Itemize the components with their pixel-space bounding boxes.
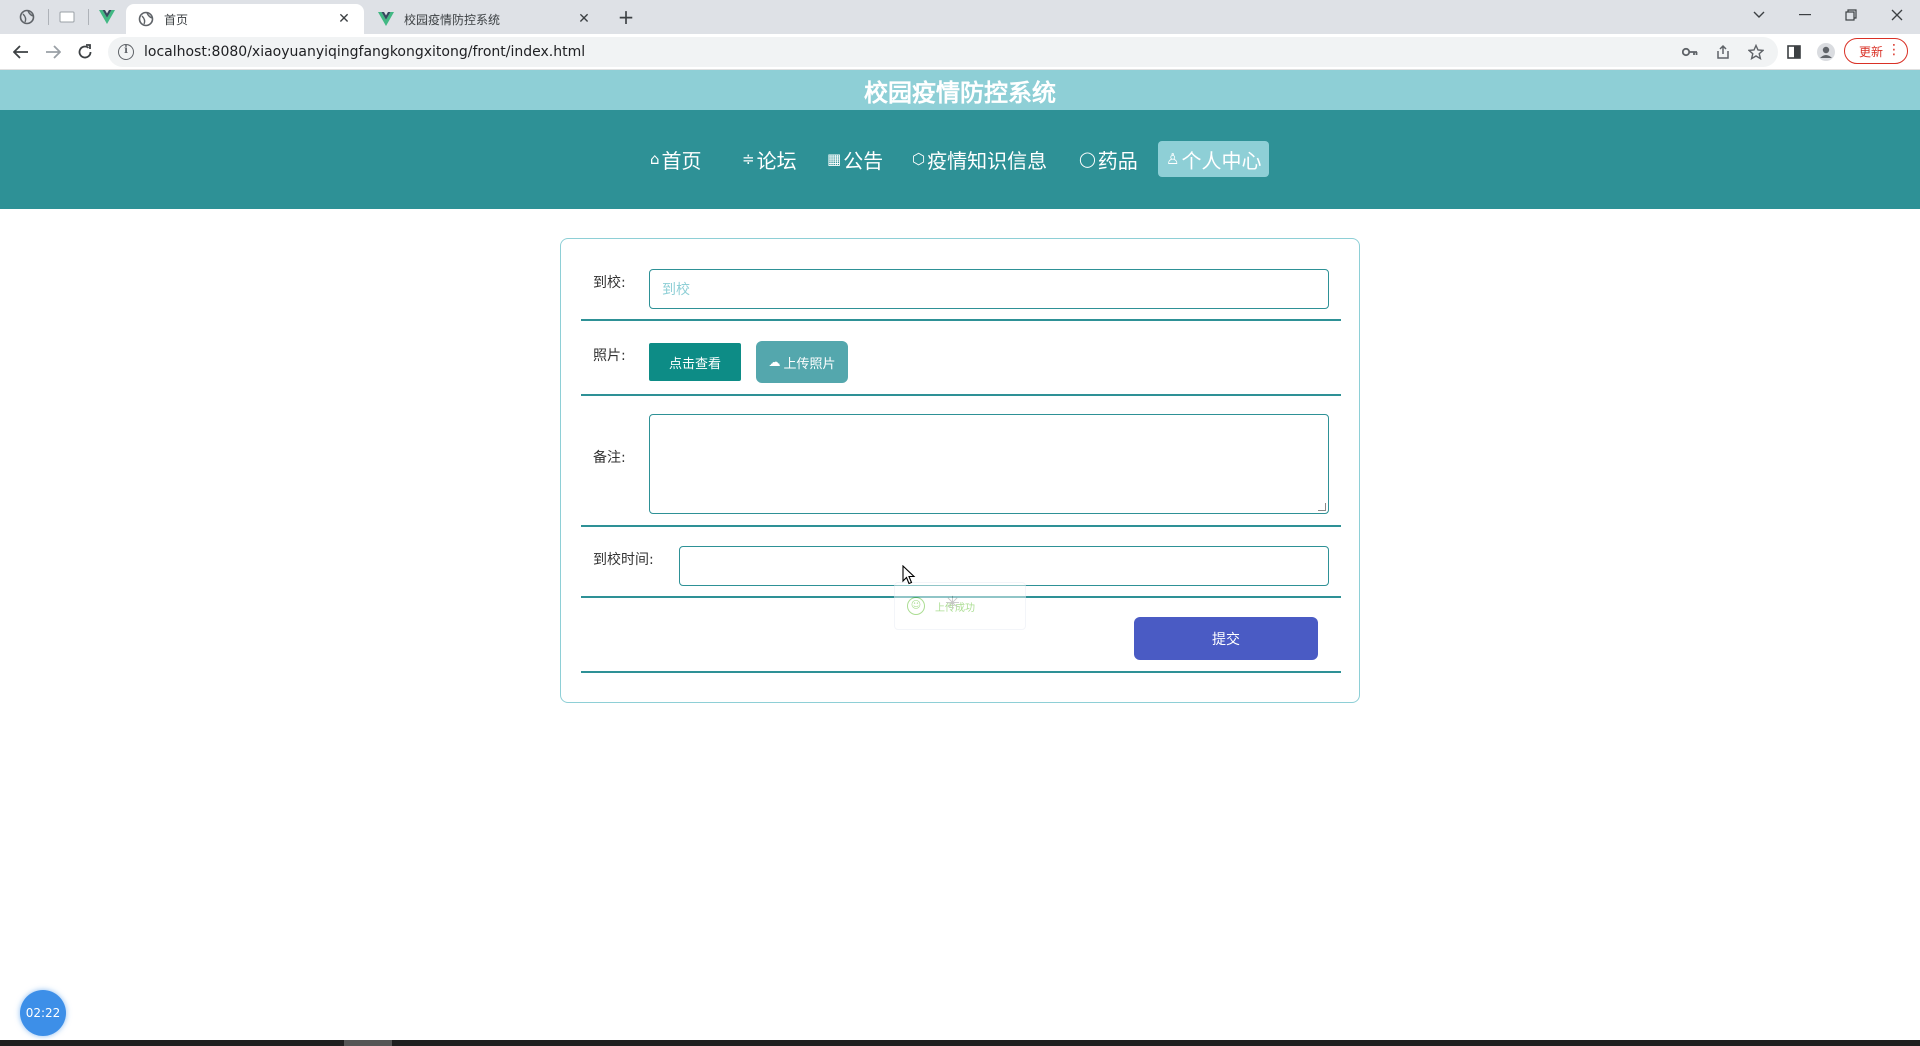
bookmark-star-icon[interactable] bbox=[1746, 42, 1766, 62]
upload-success-toast: ☺ 上传成功 ✳ bbox=[894, 582, 1026, 630]
home-icon: ⌂ bbox=[650, 150, 660, 168]
photo-label: 照片: bbox=[593, 348, 626, 364]
school-label: 到校: bbox=[593, 275, 626, 291]
view-photo-button[interactable]: 点击查看 bbox=[649, 343, 741, 381]
close-icon[interactable]: ✕ bbox=[336, 11, 352, 27]
cloud-upload-icon: ☁ bbox=[768, 355, 781, 369]
nav-item-forum[interactable]: ≑ 论坛 bbox=[734, 141, 805, 177]
address-bar[interactable]: i localhost:8080/xiaoyuanyiqingfangkongx… bbox=[108, 37, 1778, 67]
close-icon[interactable]: ✕ bbox=[576, 11, 592, 27]
restore-icon[interactable] bbox=[1828, 0, 1874, 30]
window-close-icon[interactable] bbox=[1874, 0, 1920, 30]
globe-icon bbox=[138, 11, 154, 27]
tab-title: 校园疫情防控系统 bbox=[404, 12, 501, 27]
user-icon: ♙ bbox=[1166, 150, 1180, 168]
arrival-time-input[interactable] bbox=[679, 546, 1329, 586]
taskbar bbox=[0, 1040, 1920, 1046]
nav-item-notice[interactable]: ▦ 公告 bbox=[819, 141, 891, 177]
pinned-tab-globe[interactable] bbox=[10, 4, 44, 30]
cube-icon: ⬡ bbox=[912, 150, 926, 168]
tab-title: 首页 bbox=[164, 12, 189, 27]
vue-icon bbox=[378, 11, 394, 27]
update-label: 更新 bbox=[1859, 44, 1884, 59]
forward-arrow-icon[interactable] bbox=[40, 39, 66, 65]
profile-avatar-icon[interactable] bbox=[1816, 42, 1836, 62]
site-header: 校园疫情防控系统 bbox=[0, 70, 1920, 110]
nav-item-medicine[interactable]: ◯ 药品 bbox=[1071, 141, 1146, 177]
nav-item-label: 首页 bbox=[661, 148, 702, 173]
submit-button[interactable]: 提交 bbox=[1134, 617, 1318, 660]
resize-handle-icon[interactable] bbox=[1318, 503, 1326, 511]
upload-photo-button[interactable]: ☁ 上传照片 bbox=[756, 341, 848, 383]
nav-item-home[interactable]: ⌂ 首页 bbox=[642, 141, 710, 177]
nav-item-knowledge[interactable]: ⬡ 疫情知识信息 bbox=[904, 141, 1055, 177]
back-arrow-icon[interactable] bbox=[8, 39, 34, 65]
globe-icon bbox=[19, 9, 35, 25]
row-divider bbox=[581, 525, 1341, 527]
tab-separator bbox=[88, 9, 89, 25]
nav-item-profile[interactable]: ♙ 个人中心 bbox=[1158, 141, 1270, 177]
tab-home[interactable]: 首页 ✕ bbox=[126, 4, 364, 34]
nav-item-label: 论坛 bbox=[756, 148, 797, 173]
tab-system[interactable]: 校园疫情防控系统 ✕ bbox=[366, 4, 604, 34]
share-icon[interactable] bbox=[1713, 42, 1733, 62]
success-smile-icon: ☺ bbox=[907, 597, 925, 615]
upload-photo-label: 上传照片 bbox=[783, 356, 836, 372]
info-icon[interactable]: i bbox=[118, 44, 134, 60]
browser-tab-strip: 首页 ✕ 校园疫情防控系统 ✕ + bbox=[0, 0, 1920, 34]
arrival-form: 到校: 到校 照片: 点击查看 ☁ 上传照片 备注: 到校时间: 提交 bbox=[560, 238, 1360, 703]
nav-item-label: 个人中心 bbox=[1181, 148, 1262, 173]
browser-toolbar: i localhost:8080/xiaoyuanyiqingfangkongx… bbox=[0, 34, 1920, 70]
smile-icon: ◯ bbox=[1079, 150, 1096, 168]
key-icon[interactable] bbox=[1680, 42, 1700, 62]
tab-search-icon[interactable] bbox=[1736, 0, 1782, 30]
main-nav: ⌂ 首页 ≑ 论坛 ▦ 公告 ⬡ 疫情知识信息 ◯ 药品 ♙ 个人中心 bbox=[0, 110, 1920, 209]
taskbar-segment bbox=[344, 1040, 392, 1046]
address-url: localhost:8080/xiaoyuanyiqingfangkongxit… bbox=[144, 44, 586, 60]
school-input[interactable]: 到校 bbox=[649, 269, 1329, 309]
pinned-tab-vue[interactable] bbox=[90, 4, 124, 30]
nav-item-label: 药品 bbox=[1097, 148, 1138, 173]
timer-badge[interactable]: 02:22 bbox=[20, 990, 66, 1036]
update-button[interactable]: 更新 ⋮ bbox=[1844, 38, 1908, 64]
minimize-icon[interactable] bbox=[1782, 0, 1828, 30]
row-divider bbox=[581, 671, 1341, 673]
blank-page-icon bbox=[59, 11, 75, 23]
time-label: 到校时间: bbox=[593, 552, 654, 568]
loading-spinner-icon: ✳ bbox=[945, 593, 961, 614]
pinned-tab-blank[interactable] bbox=[50, 4, 84, 30]
tab-separator bbox=[48, 9, 49, 25]
grid-icon: ▦ bbox=[827, 150, 842, 168]
new-tab-button[interactable]: + bbox=[614, 6, 638, 30]
nav-item-label: 疫情知识信息 bbox=[927, 148, 1048, 173]
row-divider bbox=[581, 319, 1341, 321]
side-panel-icon[interactable] bbox=[1784, 42, 1804, 62]
reload-icon[interactable] bbox=[72, 39, 98, 65]
remark-textarea[interactable] bbox=[649, 414, 1329, 514]
nav-item-label: 公告 bbox=[843, 148, 884, 173]
row-divider bbox=[581, 394, 1341, 396]
mouse-cursor-icon bbox=[902, 565, 916, 585]
more-vert-icon: ⋮ bbox=[1887, 42, 1901, 58]
site-title: 校园疫情防控系统 bbox=[864, 78, 1056, 107]
remark-label: 备注: bbox=[593, 450, 626, 466]
vue-icon bbox=[99, 10, 115, 24]
sliders-icon: ≑ bbox=[742, 150, 755, 168]
